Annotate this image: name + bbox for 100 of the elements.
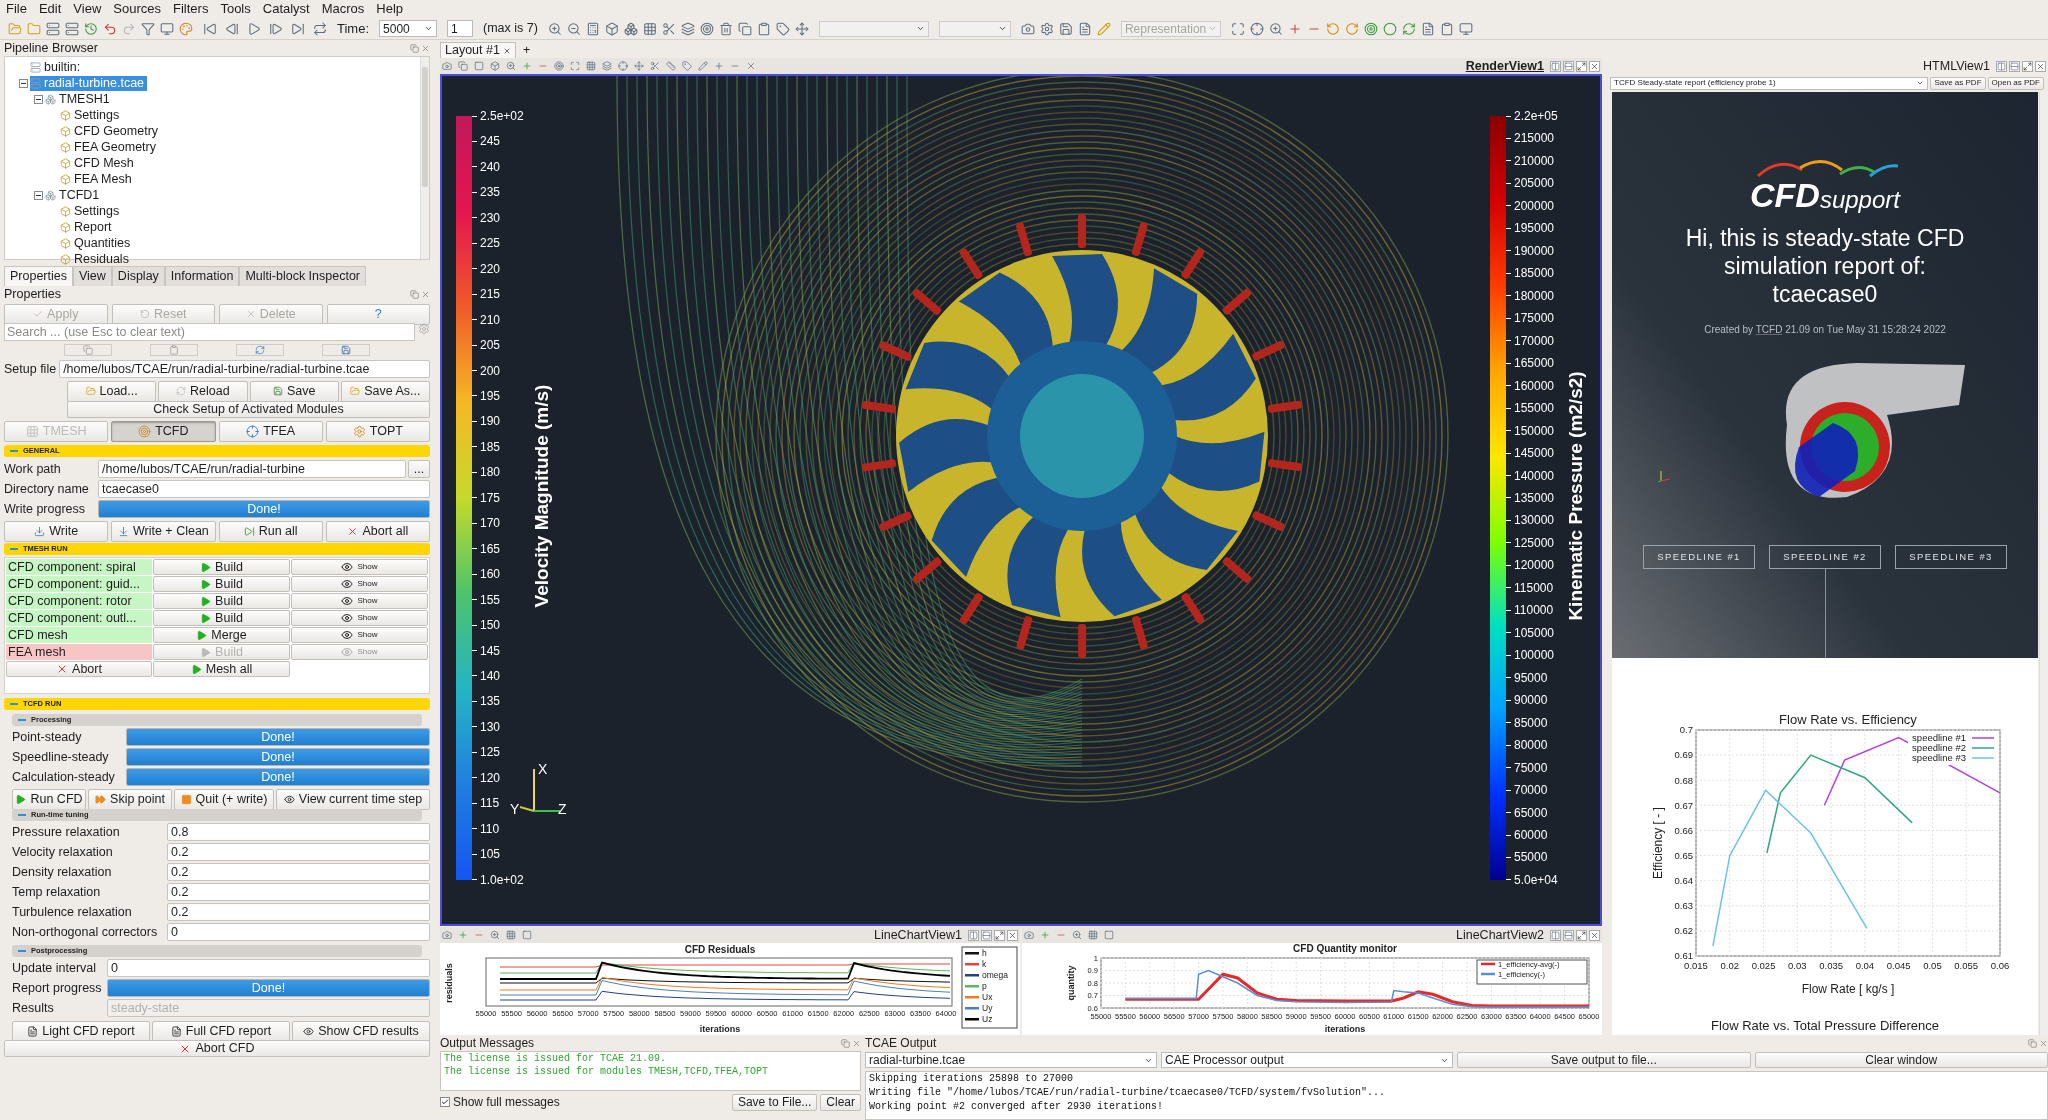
zoom-in-icon[interactable]: [1072, 930, 1082, 940]
scissors-icon[interactable]: [650, 61, 660, 71]
reload-icon[interactable]: [176, 386, 187, 397]
value-field[interactable]: 0.2: [167, 903, 430, 921]
view-title[interactable]: LineChartView1: [873, 925, 962, 945]
grid-icon[interactable]: [586, 61, 596, 71]
tab[interactable]: Properties: [4, 266, 73, 286]
pencil-icon[interactable]: [1096, 21, 1111, 36]
pencil-icon[interactable]: [698, 61, 708, 71]
redo-icon[interactable]: [122, 21, 136, 36]
undock-icon[interactable]: [410, 289, 419, 299]
folder-icon[interactable]: [350, 386, 361, 397]
menu-item[interactable]: Macros: [321, 0, 365, 19]
close-icon[interactable]: [421, 289, 430, 299]
camera-icon[interactable]: [442, 61, 452, 71]
menu-item[interactable]: File: [6, 0, 27, 19]
tree-item[interactable]: builtin:: [30, 59, 84, 75]
document-icon[interactable]: [1077, 21, 1092, 36]
speedline-button[interactable]: SPEEDLINE #2: [1769, 545, 1881, 569]
menu-item[interactable]: Help: [376, 0, 404, 19]
abort-button[interactable]: Abort: [6, 661, 152, 677]
tree-item[interactable]: CFD Geometry: [60, 123, 162, 139]
collapse-icon[interactable]: [34, 94, 43, 104]
close-icon[interactable]: [1007, 929, 1018, 941]
eye-icon[interactable]: [303, 1025, 315, 1037]
grid-icon[interactable]: [506, 930, 516, 940]
tab[interactable]: Information: [164, 266, 240, 286]
refresh-icon[interactable]: [236, 344, 284, 356]
module-button[interactable]: TCFD: [111, 421, 216, 442]
undo-icon[interactable]: [103, 21, 117, 36]
target-icon[interactable]: [138, 424, 152, 438]
camera-icon[interactable]: [442, 930, 452, 940]
checkbox[interactable]: [440, 1097, 450, 1107]
previous-frame-icon[interactable]: [225, 21, 239, 36]
cube-icon[interactable]: [490, 61, 500, 71]
square-icon[interactable]: [474, 61, 484, 71]
tag-icon[interactable]: [682, 61, 692, 71]
value-field[interactable]: 0.2: [167, 863, 430, 881]
folder-icon[interactable]: [27, 21, 41, 36]
menu-item[interactable]: Edit: [38, 0, 62, 19]
history-icon[interactable]: [84, 21, 98, 36]
scissors-icon[interactable]: [661, 21, 676, 36]
crosshair-icon[interactable]: [1249, 21, 1264, 36]
value-field[interactable]: 0.2: [167, 883, 430, 901]
undock-icon[interactable]: [841, 1038, 850, 1048]
copy-icon[interactable]: [64, 344, 112, 356]
maximize-icon[interactable]: [1576, 929, 1587, 941]
close-icon[interactable]: [2039, 1038, 2048, 1048]
run-control-button[interactable]: Run CFD: [12, 789, 86, 810]
folder-icon[interactable]: [85, 386, 96, 397]
show-button[interactable]: Show: [291, 559, 428, 575]
server-icon[interactable]: [46, 21, 60, 36]
report-button[interactable]: Full CFD report: [152, 1021, 290, 1042]
document-icon[interactable]: [170, 1025, 182, 1037]
maximize-icon[interactable]: [570, 61, 580, 71]
output-button[interactable]: Save to File...: [731, 1093, 818, 1111]
value-field[interactable]: 0: [107, 959, 430, 977]
rotate-right-icon[interactable]: [1344, 21, 1359, 36]
crosshair-icon[interactable]: [246, 424, 260, 438]
time-dropdown[interactable]: 5000: [379, 20, 438, 37]
play-icon[interactable]: [200, 612, 212, 624]
square-icon[interactable]: [1104, 930, 1114, 940]
gear-icon[interactable]: [352, 424, 366, 438]
maximize-icon[interactable]: [1576, 60, 1587, 72]
clipboard-icon[interactable]: [756, 21, 771, 36]
zoom-in-icon[interactable]: [490, 930, 500, 940]
download-icon[interactable]: [34, 525, 46, 537]
menu-item[interactable]: Catalyst: [262, 0, 310, 19]
value-field[interactable]: 0: [167, 923, 430, 941]
eye-icon[interactable]: [341, 629, 354, 641]
camera-icon[interactable]: [1020, 21, 1035, 36]
tree-item[interactable]: FEA Geometry: [60, 139, 159, 155]
play-icon[interactable]: [247, 21, 261, 36]
output-button[interactable]: Save output to file...: [1457, 1052, 1751, 1068]
plus-icon[interactable]: [1287, 21, 1302, 36]
undock-icon[interactable]: [2028, 1038, 2037, 1048]
abort-cfd-button[interactable]: Abort CFD: [4, 1040, 430, 1057]
zoom-in-icon[interactable]: [506, 61, 516, 71]
open-folder-icon[interactable]: [8, 21, 22, 36]
layout-tab[interactable]: Layout #1: [440, 42, 516, 58]
close-icon[interactable]: [746, 61, 756, 71]
output-button[interactable]: Clear window: [1754, 1052, 2048, 1068]
close-icon[interactable]: [1589, 60, 1600, 72]
document-icon[interactable]: [1420, 21, 1435, 36]
show-button[interactable]: Show: [291, 593, 428, 609]
move-icon[interactable]: [634, 61, 644, 71]
tree-item[interactable]: Residuals: [60, 251, 132, 267]
view-title[interactable]: RenderView1: [1465, 56, 1544, 76]
speedline-button[interactable]: SPEEDLINE #1: [1643, 545, 1755, 569]
layers-icon[interactable]: [680, 21, 695, 36]
eye-icon[interactable]: [341, 595, 354, 607]
circle-icon[interactable]: [1382, 21, 1397, 36]
play-icon[interactable]: [15, 793, 27, 805]
eye-icon[interactable]: [341, 612, 354, 624]
plus-icon[interactable]: [714, 61, 724, 71]
document-icon[interactable]: [27, 1025, 39, 1037]
file-button[interactable]: Save As...: [340, 381, 430, 402]
mesh-action-button[interactable]: Build: [153, 576, 290, 592]
file-button[interactable]: Reload: [158, 381, 248, 402]
play-icon[interactable]: [200, 595, 212, 607]
